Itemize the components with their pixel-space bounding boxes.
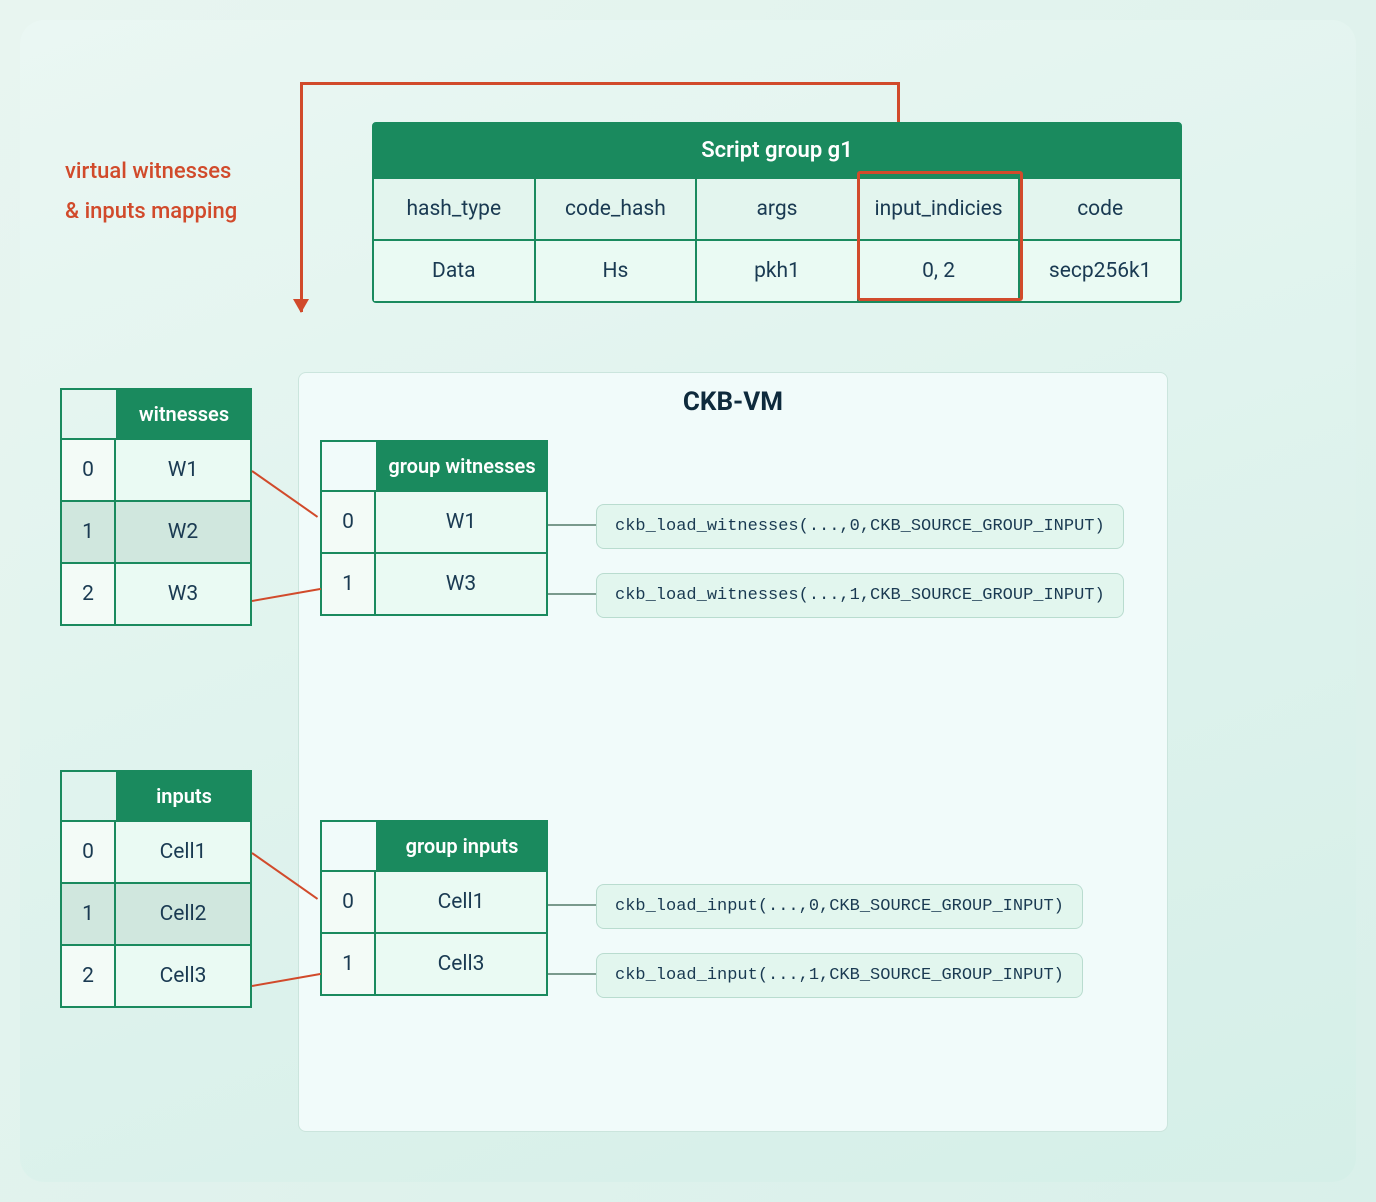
code-call-w0: ckb_load_witnesses(...,0,CKB_SOURCE_GROU… [596,504,1124,549]
group-inputs-title: group inputs [378,822,546,870]
wit-idx-2: 2 [62,562,116,624]
wit-val-2: W3 [116,562,250,624]
line-gw1-code [548,593,596,595]
wit-val-0: W1 [116,438,250,500]
witnesses-table: witnesses 0W1 1W2 2W3 [60,388,252,626]
sg-header-codehash: code_hash [536,177,698,239]
sg-val-inputindices: 0, 2 [859,239,1021,301]
line-gi1-code [548,973,596,975]
sg-header-inputindices: input_indicies [859,177,1021,239]
connector-top-h1 [300,82,900,85]
wit-idx-0: 0 [62,438,116,500]
code-call-i0: ckb_load_input(...,0,CKB_SOURCE_GROUP_IN… [596,884,1083,929]
sg-header-hashtype: hash_type [374,177,536,239]
group-witnesses-table: group witnesses 0W1 1W3 [320,440,548,616]
inp-idx-0: 0 [62,820,116,882]
ginp-val-1: Cell3 [376,932,546,994]
gwit-idx-1: 1 [322,552,376,614]
sg-header-code: code [1020,177,1180,239]
gwit-val-0: W1 [376,490,546,552]
sg-val-codehash: Hs [536,239,698,301]
inp-val-1: Cell2 [116,882,250,944]
inp-idx-1: 1 [62,882,116,944]
inp-val-0: Cell1 [116,820,250,882]
connector-top-v1 [897,82,900,124]
sg-header-args: args [697,177,859,239]
line-gw0-code [548,524,596,526]
inp-idx-2: 2 [62,944,116,1006]
mapping-label-line1: virtual witnesses [65,152,237,192]
ginp-idx-0: 0 [322,870,376,932]
inputs-title: inputs [118,772,250,820]
group-inputs-table: group inputs 0Cell1 1Cell3 [320,820,548,996]
sg-val-hashtype: Data [374,239,536,301]
ginp-idx-1: 1 [322,932,376,994]
mapping-label: virtual witnesses & inputs mapping [65,152,237,231]
diagram-canvas: virtual witnesses & inputs mapping Scrip… [20,20,1356,1182]
script-group-title: Script group g1 [374,124,1180,177]
witnesses-title: witnesses [118,390,250,438]
ginp-val-0: Cell1 [376,870,546,932]
inp-val-2: Cell3 [116,944,250,1006]
script-group-table: Script group g1 hash_type code_hash args… [372,122,1182,303]
wit-val-1: W2 [116,500,250,562]
line-gi0-code [548,904,596,906]
code-call-w1: ckb_load_witnesses(...,1,CKB_SOURCE_GROU… [596,573,1124,618]
code-call-i1: ckb_load_input(...,1,CKB_SOURCE_GROUP_IN… [596,953,1083,998]
group-witnesses-title: group witnesses [378,442,546,490]
connector-arrow-down [300,82,303,312]
gwit-val-1: W3 [376,552,546,614]
gwit-idx-0: 0 [322,490,376,552]
ckb-vm-title: CKB-VM [299,387,1167,417]
sg-val-args: pkh1 [697,239,859,301]
mapping-label-line2: & inputs mapping [65,192,237,232]
inputs-table: inputs 0Cell1 1Cell2 2Cell3 [60,770,252,1008]
sg-val-code: secp256k1 [1020,239,1180,301]
wit-idx-1: 1 [62,500,116,562]
